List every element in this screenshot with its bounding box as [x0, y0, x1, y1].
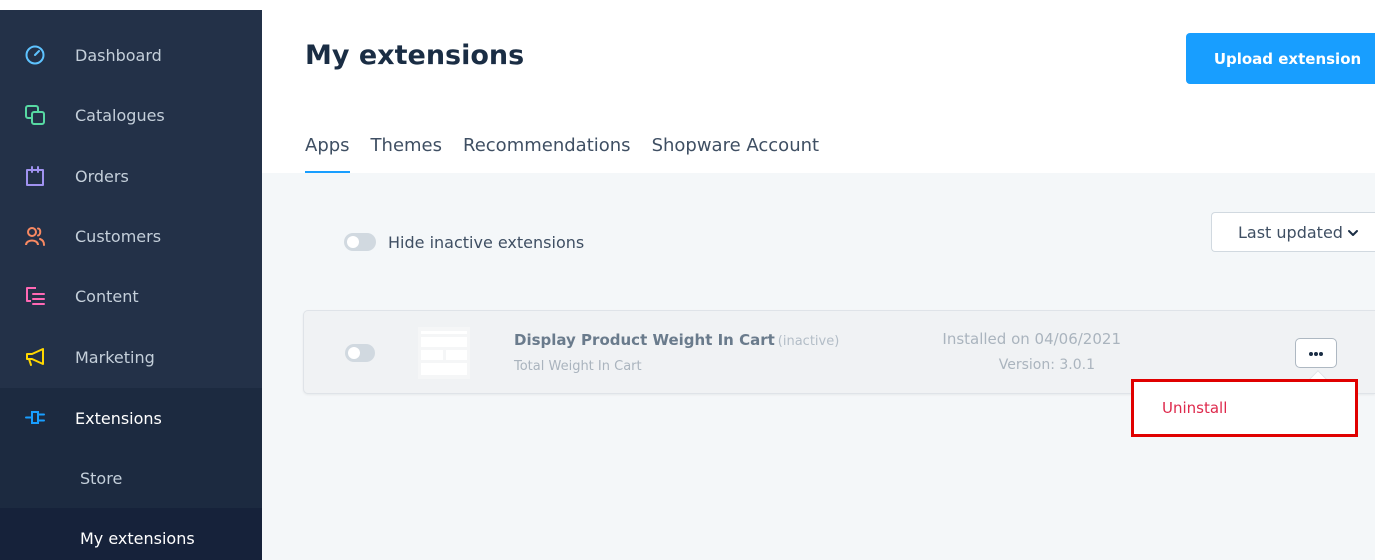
tab-apps[interactable]: Apps — [305, 135, 350, 173]
sidebar-item-content[interactable]: Content — [0, 266, 262, 326]
chevron-down-icon — [1346, 226, 1360, 240]
extension-status: (inactive) — [777, 334, 840, 349]
sidebar-item-orders[interactable]: Orders — [0, 146, 262, 206]
sidebar-item-dashboard[interactable]: Dashboard — [0, 25, 262, 85]
sidebar-item-label: Customers — [75, 226, 162, 246]
dashboard-gauge-icon — [24, 44, 46, 66]
more-actions-button[interactable] — [1295, 338, 1337, 368]
extension-description: Total Weight In Cart — [514, 359, 642, 374]
context-menu: Uninstall — [1131, 379, 1358, 437]
users-icon — [24, 225, 46, 247]
tab-recommendations[interactable]: Recommendations — [463, 135, 631, 173]
sidebar-item-label: Marketing — [75, 347, 155, 367]
tab-bar: Apps Themes Recommendations Shopware Acc… — [305, 135, 840, 173]
sidebar-item-customers[interactable]: Customers — [0, 206, 262, 266]
tab-shopware-account[interactable]: Shopware Account — [652, 135, 820, 173]
extension-installed-date: Installed on 04/06/2021 — [942, 330, 1121, 348]
shopping-bag-icon — [24, 165, 46, 187]
catalogue-stack-icon — [24, 104, 46, 126]
megaphone-icon — [24, 346, 46, 368]
plug-icon — [24, 407, 46, 429]
toggle-knob — [347, 236, 359, 248]
extension-name-line: Display Product Weight In Cart (inactive) — [514, 331, 839, 349]
content-layout-icon — [24, 285, 46, 307]
sidebar-item-extensions[interactable]: Extensions — [0, 388, 262, 448]
sidebar-item-label: Catalogues — [75, 105, 165, 125]
extension-name: Display Product Weight In Cart — [514, 331, 775, 349]
sidebar-item-catalogues[interactable]: Catalogues — [0, 85, 262, 145]
sidebar-item-label: Orders — [75, 166, 129, 186]
extension-thumbnail — [418, 327, 470, 379]
sidebar-top-strip — [0, 0, 262, 10]
page-title: My extensions — [305, 40, 525, 71]
sidebar-item-label: Content — [75, 286, 139, 306]
uninstall-menu-item[interactable]: Uninstall — [1162, 399, 1227, 417]
hide-inactive-label: Hide inactive extensions — [388, 233, 585, 252]
upload-extension-button[interactable]: Upload extension — [1186, 33, 1375, 84]
tab-themes[interactable]: Themes — [371, 135, 442, 173]
hide-inactive-toggle[interactable] — [344, 233, 376, 251]
sort-selected-value: Last updated — [1238, 222, 1343, 242]
sidebar-item-label: Extensions — [75, 408, 162, 428]
sidebar-item-marketing[interactable]: Marketing — [0, 327, 262, 387]
sort-select[interactable]: Last updated — [1211, 212, 1375, 252]
sidebar-item-label: Dashboard — [75, 45, 162, 65]
sidebar-subitem-store[interactable]: Store — [0, 448, 262, 508]
ellipsis-icon — [1308, 344, 1324, 362]
sidebar-subitem-label: Store — [80, 468, 123, 488]
extension-active-toggle[interactable] — [345, 344, 375, 362]
extension-version: Version: 3.0.1 — [998, 357, 1095, 373]
sidebar-subitem-label: My extensions — [80, 528, 195, 548]
sidebar: Dashboard Catalogues Orders Customers Co… — [0, 0, 262, 560]
sidebar-subitem-my-extensions[interactable]: My extensions — [0, 508, 262, 560]
toggle-knob — [348, 347, 360, 359]
